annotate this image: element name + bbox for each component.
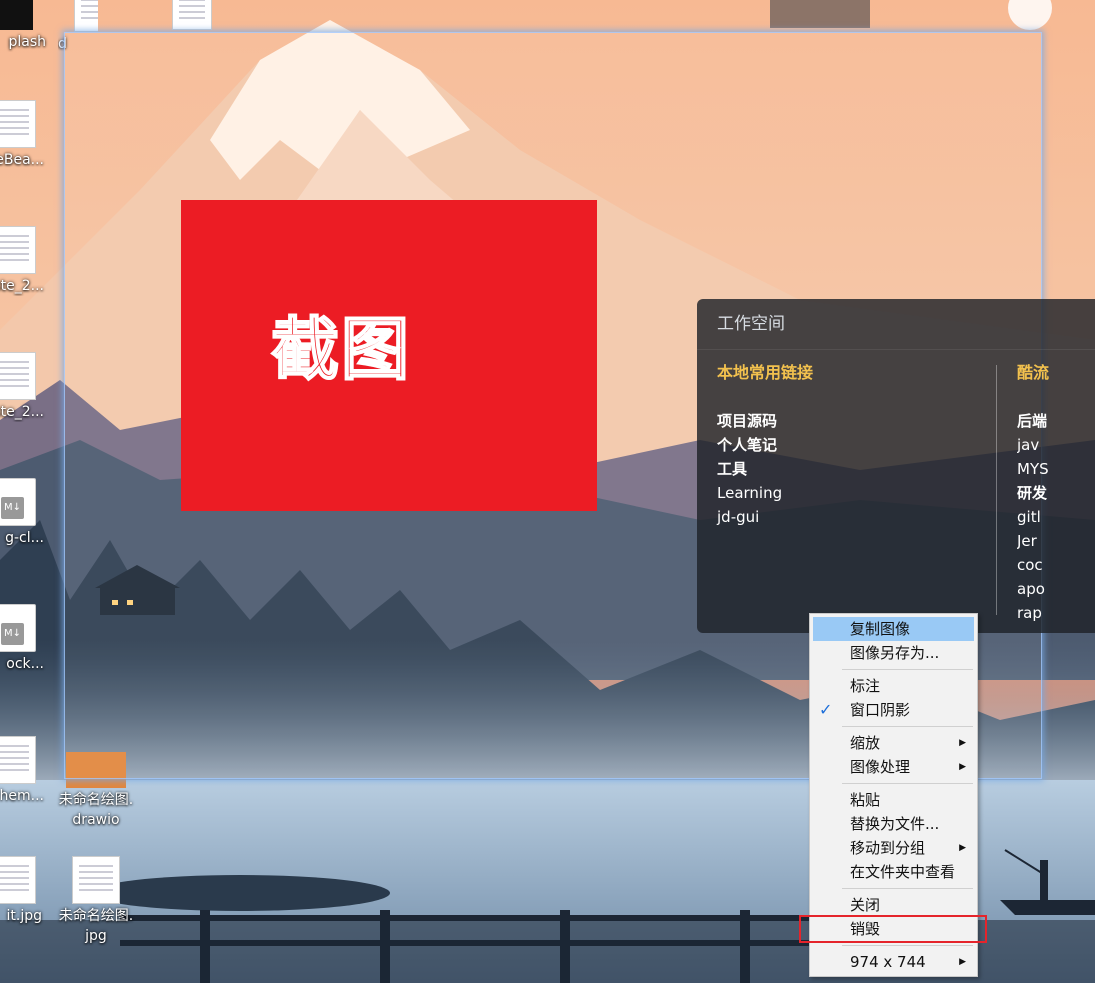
file-icon (0, 0, 33, 30)
menu-item-label: 在文件夹中查看 (850, 863, 956, 881)
desktop-icon-label: ock... (6, 656, 44, 672)
workspace-link[interactable]: jd-gui (717, 505, 813, 529)
menu-item-annotate[interactable]: 标注 (813, 674, 974, 698)
desktop-icon-paste-2[interactable]: ste_2... (0, 352, 50, 422)
file-icon (0, 352, 36, 400)
desktop-icon-label: ste_2... (0, 278, 44, 294)
desktop-icon-label: 未命名绘图. (58, 908, 134, 924)
desktop-icon-label: g-cl... (5, 530, 44, 546)
desktop-icon-doc2 (170, 0, 214, 32)
desktop-icon-label: 未命名绘图. (58, 792, 134, 808)
menu-item-save-image-as[interactable]: 图像另存为... (813, 641, 974, 665)
menu-separator (842, 783, 973, 784)
menu-item-show-in-folder[interactable]: 在文件夹中查看 (813, 860, 974, 884)
workspace-link[interactable]: Jer (1017, 529, 1095, 553)
menu-item-label: 替换为文件... (850, 815, 940, 833)
workspace-link[interactable]: 个人笔记 (717, 433, 813, 457)
menu-item-paste[interactable]: 粘贴 (813, 788, 974, 812)
desktop-icon-label-line2: jpg (85, 928, 107, 944)
menu-item-label: 974 x 744 (850, 953, 926, 971)
workspace-link[interactable]: 项目源码 (717, 409, 813, 433)
desktop-icon-label: it.jpg (6, 908, 43, 924)
workspace-left-heading: 本地常用链接 (717, 363, 814, 382)
menu-separator (842, 888, 973, 889)
image-file-icon (72, 856, 120, 904)
menu-item-label: 缩放 (850, 734, 881, 752)
menu-item-label: 粘贴 (850, 791, 881, 809)
menu-item-label: 移动到分组 (850, 839, 926, 857)
desktop-icon-label: ste_2... (0, 404, 44, 420)
menu-item-replace-with-file[interactable]: 替换为文件... (813, 812, 974, 836)
desktop-icon-label: plash (8, 34, 46, 50)
workspace-link[interactable]: Learning (717, 481, 813, 505)
menu-item-label: 标注 (850, 677, 881, 695)
menu-separator (842, 945, 973, 946)
menu-item-label: 窗口阴影 (850, 701, 911, 719)
menu-item-window-shadow[interactable]: ✓ 窗口阴影 (813, 698, 974, 722)
desktop-icon-beans[interactable]: eBea... (0, 100, 50, 170)
desktop-icon-label: eBea... (0, 152, 44, 168)
markdown-file-icon (0, 604, 36, 652)
workspace-link[interactable]: apo (1017, 577, 1095, 601)
desktop-icon-markdown-1[interactable]: g-cl... (0, 478, 50, 548)
workspace-right-heading: 酷流 (1017, 363, 1050, 382)
menu-item-label: 图像处理 (850, 758, 911, 776)
menu-item-image-size[interactable]: 974 x 744 ▶ (813, 950, 974, 974)
desktop-icon-paste-1[interactable]: ste_2... (0, 226, 50, 296)
desktop-icon-drawing-jpg[interactable]: 未命名绘图. jpg (56, 856, 136, 946)
menu-separator (842, 726, 973, 727)
menu-item-move-to-group[interactable]: 移动到分组 ▶ (813, 836, 974, 860)
image-file-icon (0, 856, 36, 904)
workspace-link[interactable]: gitl (1017, 505, 1095, 529)
context-menu: 复制图像 图像另存为... 标注 ✓ 窗口阴影 缩放 ▶ 图像处理 ▶ 粘贴 替… (799, 613, 987, 977)
menu-item-label: 复制图像 (850, 620, 911, 638)
workspace-left-column: 本地常用链接 项目源码 个人笔记 工具 Learning jd-gui (717, 359, 813, 529)
file-icon (0, 100, 36, 148)
submenu-arrow-icon: ▶ (959, 762, 966, 772)
file-icon (0, 736, 36, 784)
desktop-icon-markdown-2[interactable]: ock... (0, 604, 50, 674)
submenu-arrow-icon: ▶ (959, 957, 966, 967)
submenu-arrow-icon: ▶ (959, 738, 966, 748)
workspace-link[interactable]: 工具 (717, 457, 813, 481)
file-icon (172, 0, 212, 30)
snip-red-block: 截图 (181, 200, 597, 511)
menu-item-image-processing[interactable]: 图像处理 ▶ (813, 755, 974, 779)
desktop-icon-unsplash[interactable]: plash (0, 0, 50, 52)
workspace-link[interactable]: MYS (1017, 457, 1095, 481)
workspace-divider (996, 365, 997, 615)
workspace-link[interactable]: coc (1017, 553, 1095, 577)
workspace-link[interactable]: rap (1017, 601, 1095, 625)
markdown-file-icon (0, 478, 36, 526)
file-icon (0, 226, 36, 274)
desktop-icon-jpg[interactable]: it.jpg (0, 856, 50, 926)
menu-item-zoom[interactable]: 缩放 ▶ (813, 731, 974, 755)
workspace-link[interactable]: jav (1017, 433, 1095, 457)
submenu-arrow-icon: ▶ (959, 843, 966, 853)
menu-item-copy-image[interactable]: 复制图像 (813, 617, 974, 641)
menu-item-label: 销毁 (850, 920, 881, 938)
workspace-right-column: 酷流 后端 jav MYS 研发 gitl Jer coc apo rap (1017, 359, 1095, 625)
snip-title: 截图 (270, 310, 412, 391)
menu-item-label: 关闭 (850, 896, 881, 914)
workspace-title: 工作空间 (697, 299, 1095, 350)
menu-item-close[interactable]: 关闭 (813, 893, 974, 917)
menu-item-destroy[interactable]: 销毁 (799, 915, 987, 943)
menu-item-label: 图像另存为... (850, 644, 940, 662)
menu-separator (842, 669, 973, 670)
file-icon (74, 0, 98, 32)
desktop-icon-label: hem... (0, 788, 44, 804)
workspace-panel: 工作空间 本地常用链接 项目源码 个人笔记 工具 Learning jd-gui… (697, 299, 1095, 633)
desktop-icon-label-line2: drawio (72, 812, 120, 828)
workspace-link[interactable]: 后端 (1017, 409, 1095, 433)
checkmark-icon: ✓ (819, 700, 833, 719)
desktop-icon-schema[interactable]: hem... (0, 736, 50, 806)
workspace-link[interactable]: 研发 (1017, 481, 1095, 505)
